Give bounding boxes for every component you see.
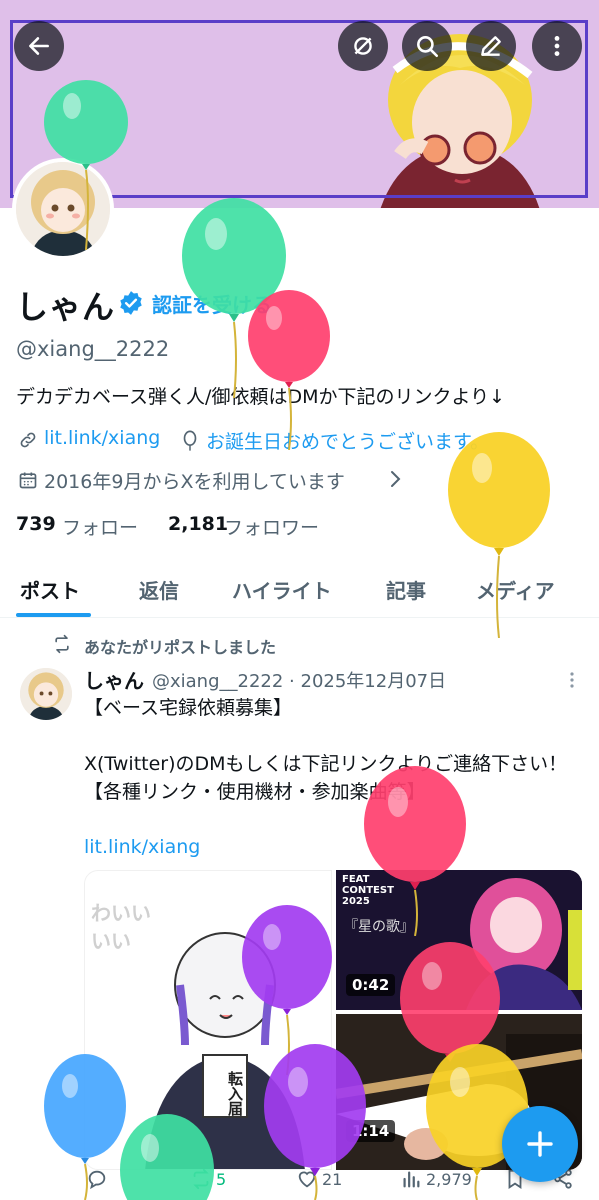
link-icon [20, 432, 36, 448]
birthday-message: お誕生日おめでとうございます。 [206, 431, 490, 453]
profile-website-link[interactable]: lit.link/xiang [44, 427, 160, 449]
like-icon[interactable] [296, 1168, 318, 1190]
get-verified-link[interactable]: 認証を受ける [152, 289, 272, 318]
compose-plus-icon [527, 1131, 553, 1157]
followers-label[interactable]: フォロワー [224, 513, 319, 540]
post-link[interactable]: lit.link/xiang [84, 836, 200, 858]
video-duration: 1:14 [346, 1120, 396, 1142]
hide-replies-icon [354, 37, 372, 55]
edit-icon [481, 36, 501, 56]
compose-post-button[interactable] [502, 1106, 578, 1182]
following-label[interactable]: フォロー [62, 513, 138, 540]
video-duration: 0:42 [346, 974, 396, 996]
post-author-name[interactable]: しゃん [84, 665, 144, 694]
repost-icon[interactable] [190, 1168, 212, 1190]
followers-count[interactable]: 2,181 [168, 513, 228, 535]
post-media-video-1[interactable]: FEAT CONTEST 2025 『星の歌』 0:42 [336, 870, 582, 1010]
birthday-balloon-icon [183, 430, 197, 451]
display-name: しゃん [16, 288, 116, 326]
media-character-illustration [145, 932, 305, 1169]
hide-replies-button[interactable] [338, 21, 388, 71]
post-meta: @xiang__2222 · 2025年12月07日 [152, 671, 447, 692]
profile-bio: デカデカベース弾く人/御依頼はDMか下記のリンクより↓ [16, 386, 506, 408]
repost-icon [55, 634, 69, 654]
post-text: 【ベース宅録依頼募集】 X(Twitter)のDMもしくは下記リンクよりご連絡下… [84, 697, 568, 803]
tab-highlights[interactable]: ハイライト [232, 575, 332, 604]
profile-avatar[interactable] [12, 158, 114, 260]
tabs-divider [0, 617, 599, 618]
more-options-button[interactable] [532, 21, 582, 71]
tab-media[interactable]: メディア [476, 575, 555, 604]
search-icon [417, 36, 439, 58]
joined-date[interactable]: 2016年9月からXを利用しています [44, 467, 345, 494]
tab-replies[interactable]: 返信 [139, 575, 179, 604]
tab-posts[interactable]: ポスト [20, 575, 80, 604]
post-author-avatar[interactable] [20, 668, 72, 720]
avatar-illustration [16, 162, 110, 256]
video-caption: 『星の歌』 [344, 919, 414, 935]
reply-icon[interactable] [86, 1168, 108, 1190]
media-sign-text: 転入届 [226, 1071, 244, 1116]
like-count: 21 [322, 1170, 343, 1189]
chevron-right-icon[interactable] [388, 469, 402, 489]
edit-button[interactable] [466, 21, 516, 71]
avatar-illustration [20, 668, 72, 720]
more-vertical-icon[interactable] [566, 670, 578, 690]
back-arrow-icon [29, 37, 49, 55]
following-count[interactable]: 739 [16, 513, 56, 535]
views-icon[interactable] [400, 1168, 422, 1190]
more-vertical-icon [554, 36, 560, 56]
view-count: 2,979 [426, 1170, 472, 1189]
verified-badge-icon[interactable] [118, 290, 144, 316]
back-button[interactable] [14, 21, 64, 71]
post-media-image[interactable]: わいい いい 転入届 [84, 870, 332, 1170]
birthday-balloon-yellow [448, 432, 550, 638]
repost-notice: あなたがリポストしました [84, 638, 277, 657]
tab-articles[interactable]: 記事 [386, 575, 426, 604]
repost-count: 5 [216, 1170, 227, 1189]
search-button[interactable] [402, 21, 452, 71]
contest-badge: FEAT CONTEST 2025 [342, 874, 394, 907]
calendar-icon [19, 472, 37, 489]
username-handle: @xiang__2222 [16, 337, 170, 361]
